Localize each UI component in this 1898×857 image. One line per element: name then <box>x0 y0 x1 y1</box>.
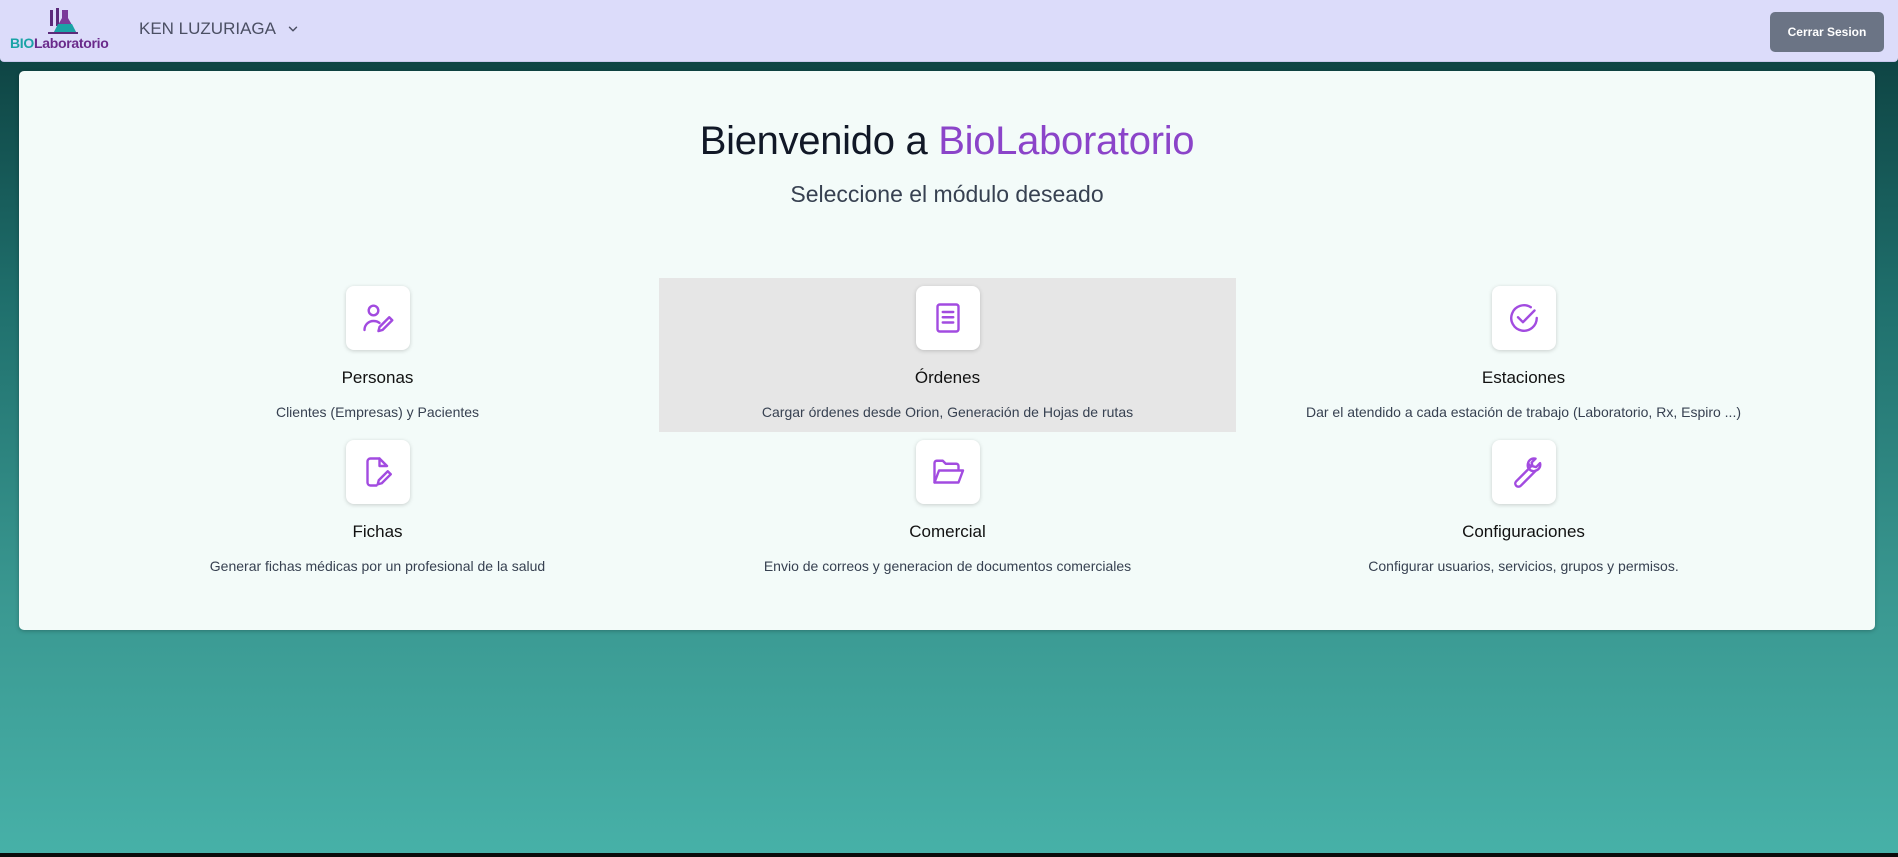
module-personas[interactable]: Personas Clientes (Empresas) y Pacientes <box>89 278 666 432</box>
module-title: Configuraciones <box>1462 522 1585 541</box>
top-navbar: BIOLaboratorio KEN LUZURIAGA Cerrar Sesi… <box>0 0 1898 62</box>
file-edit-icon <box>365 457 392 487</box>
check-circle-icon <box>1509 304 1538 332</box>
main-card: Bienvenido a BioLaboratorio Seleccione e… <box>19 71 1875 630</box>
folder-open-icon <box>932 459 964 484</box>
module-title: Personas <box>341 368 414 387</box>
title-brand: BioLaboratorio <box>938 119 1195 163</box>
module-description: Dar el atendido a cada estación de traba… <box>1305 404 1742 420</box>
user-name: KEN LUZURIAGA <box>139 19 276 38</box>
logout-button[interactable]: Cerrar Sesion <box>1770 12 1884 52</box>
module-configuraciones[interactable]: Configuraciones Configurar usuarios, ser… <box>1235 432 1812 586</box>
logo-bio-text: BIO <box>10 35 34 51</box>
title-prefix: Bienvenido a <box>699 119 928 163</box>
module-icon-box <box>1491 286 1556 350</box>
chevron-down-icon <box>288 26 298 32</box>
module-estaciones[interactable]: Estaciones Dar el atendido a cada estaci… <box>1235 278 1812 432</box>
module-comercial[interactable]: Comercial Envio de correos y generacion … <box>659 432 1236 586</box>
window-bottom-border <box>0 853 1898 857</box>
module-icon-box <box>1491 440 1556 504</box>
module-fichas[interactable]: Fichas Generar fichas médicas por un pro… <box>89 432 666 586</box>
book-icon <box>935 303 960 333</box>
module-icon-box <box>915 286 980 350</box>
module-description: Cargar órdenes desde Orion, Generación d… <box>761 404 1134 420</box>
module-icon-box <box>345 440 410 504</box>
module-description: Generar fichas médicas por un profesiona… <box>209 558 546 574</box>
page-title: Bienvenido a BioLaboratorio <box>19 119 1875 164</box>
module-title: Órdenes <box>914 368 981 387</box>
module-title: Estaciones <box>1481 368 1566 387</box>
module-description: Clientes (Empresas) y Pacientes <box>275 404 480 420</box>
logo-wordmark: BIOLaboratorio <box>10 35 109 51</box>
user-edit-icon <box>362 304 393 333</box>
user-menu[interactable]: KEN LUZURIAGA <box>139 19 300 39</box>
module-title: Fichas <box>352 522 403 541</box>
wrench-icon <box>1513 457 1541 488</box>
module-ordenes[interactable]: Órdenes Cargar órdenes desde Orion, Gene… <box>659 278 1236 432</box>
logo-lab-text: Laboratorio <box>34 35 109 51</box>
module-icon-box <box>345 286 410 350</box>
app-logo[interactable]: BIOLaboratorio <box>10 6 114 52</box>
module-icon-box <box>915 440 980 504</box>
module-title: Comercial <box>909 522 986 541</box>
module-description: Configurar usuarios, servicios, grupos y… <box>1368 558 1679 574</box>
module-description: Envio de correos y generacion de documen… <box>763 558 1132 574</box>
flask-logo-icon <box>48 8 78 34</box>
page-subtitle: Seleccione el módulo deseado <box>790 181 1104 207</box>
